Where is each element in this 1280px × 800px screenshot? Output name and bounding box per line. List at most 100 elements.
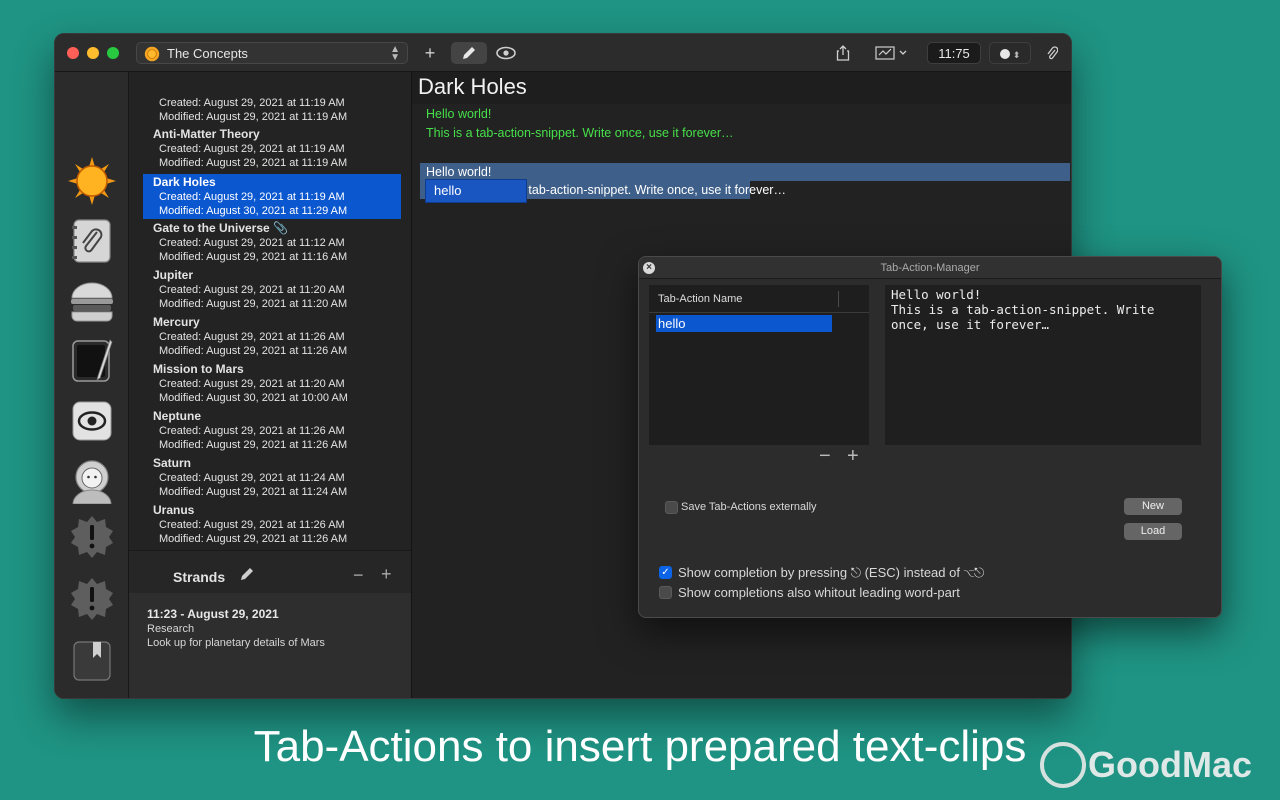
list-item-selected[interactable]: Dark Holes Created: August 29, 2021 at 1… (143, 174, 401, 219)
list-item[interactable]: Saturn Created: August 29, 2021 at 11:24… (143, 456, 401, 499)
table-row[interactable]: hello (656, 315, 832, 332)
list-item[interactable]: Created: August 29, 2021 at 11:19 AM Mod… (143, 96, 401, 124)
list-item[interactable]: Gate to the Universe 📎 Created: August 2… (143, 221, 401, 264)
add-button[interactable]: + (419, 42, 441, 64)
edit-mode-button[interactable] (451, 42, 487, 64)
edit-strand-button[interactable] (239, 566, 255, 586)
note-title: Gate to the Universe 📎 (153, 221, 288, 235)
attachment-button[interactable] (1039, 42, 1065, 64)
note-modified: Modified: August 29, 2021 at 11:26 AM (159, 439, 348, 451)
save-externally-checkbox[interactable] (665, 501, 678, 514)
sidebar-item-burger[interactable] (67, 276, 117, 326)
column-divider (838, 291, 839, 307)
sidebar-item-astronaut[interactable] (67, 456, 117, 506)
tab-action-list[interactable]: Tab-Action Name hello (649, 285, 869, 445)
column-header[interactable]: Tab-Action Name (649, 285, 869, 313)
sidebar-item-preview[interactable] (67, 396, 117, 446)
tab-action-manager-window: Tab-Action-Manager × Tab-Action Name hel… (638, 256, 1222, 618)
pencil-icon (241, 568, 253, 580)
sidebar-item-tablet[interactable] (67, 336, 117, 386)
page-title[interactable]: Dark Holes (418, 74, 527, 100)
note-modified: Modified: August 30, 2021 at 11:29 AM (159, 205, 348, 217)
time-display[interactable]: 11:75 (927, 42, 981, 64)
close-window-button[interactable] (67, 47, 79, 59)
show-completions-leading-checkbox[interactable] (659, 586, 672, 599)
tablet-pencil-icon (72, 339, 113, 382)
sun-icon (144, 46, 160, 62)
note-title: Dark Holes (153, 175, 216, 189)
document-select[interactable]: The Concepts ▲ ▼ (136, 42, 408, 64)
editor-line: Hello world! (426, 107, 492, 121)
record-icon (999, 49, 1010, 59)
alert-badge-icon (71, 516, 113, 558)
note-modified: Modified: August 30, 2021 at 10:00 AM (159, 392, 348, 404)
note-title: Neptune (153, 409, 201, 423)
note-created: Created: August 29, 2021 at 11:26 AM (159, 519, 345, 531)
note-title: Mission to Mars (153, 362, 244, 376)
load-button[interactable]: Load (1124, 523, 1182, 540)
signature-icon (875, 46, 907, 60)
note-created: Created: August 29, 2021 at 11:19 AM (159, 97, 345, 109)
zoom-window-button[interactable] (107, 47, 119, 59)
note-created: Created: August 29, 2021 at 11:24 AM (159, 472, 345, 484)
show-completions-leading-label: Show completions also whitout leading wo… (678, 585, 960, 600)
note-created: Created: August 29, 2021 at 11:19 AM (159, 191, 345, 203)
record-stepper[interactable]: ⬍ (989, 42, 1031, 64)
pencil-icon (463, 47, 475, 59)
preview-line: This is a tab-action-snippet. Write (891, 302, 1155, 317)
strand-entry-tag: Research (147, 623, 195, 635)
sidebar-item-notebook[interactable] (67, 216, 117, 266)
note-modified: Modified: August 29, 2021 at 11:19 AM (159, 111, 348, 123)
eye-badge-icon (72, 401, 112, 441)
show-completion-esc-checkbox[interactable]: ✓ (659, 566, 672, 579)
sun-icon (68, 157, 116, 205)
completion-popup[interactable]: hello (425, 179, 527, 203)
preview-mode-button[interactable] (493, 42, 519, 64)
sidebar-item-bookmark[interactable] (67, 636, 117, 686)
close-icon[interactable]: × (643, 262, 655, 274)
bookmark-book-icon (73, 641, 111, 681)
signature-menu-button[interactable] (871, 42, 913, 64)
window-title: Tab-Action-Manager (639, 257, 1221, 279)
snippet-preview[interactable]: Hello world! This is a tab-action-snippe… (885, 285, 1201, 445)
watermark-text: GoodMac (1088, 744, 1253, 785)
share-button[interactable] (831, 42, 855, 64)
note-modified: Modified: August 29, 2021 at 11:26 AM (159, 533, 348, 545)
note-title: Uranus (153, 503, 195, 517)
show-completion-esc-label: Show completion by pressing ⎋ (ESC) inst… (678, 565, 985, 580)
note-created: Created: August 29, 2021 at 11:20 AM (159, 284, 345, 296)
alert-badge-icon (71, 578, 113, 620)
column-header-label: Tab-Action Name (658, 293, 743, 305)
list-item[interactable]: Jupiter Created: August 29, 2021 at 11:2… (143, 268, 401, 311)
note-created: Created: August 29, 2021 at 11:12 AM (159, 237, 345, 249)
strand-entry-text: Look up for planetary details of Mars (147, 637, 325, 649)
note-modified: Modified: August 29, 2021 at 11:20 AM (159, 298, 348, 310)
sidebar-item-alert-1[interactable] (67, 512, 117, 562)
list-item[interactable]: Neptune Created: August 29, 2021 at 11:2… (143, 409, 401, 452)
list-item[interactable]: Mission to Mars Created: August 29, 2021… (143, 362, 401, 405)
editor-line: a tab-action-snippet. Write once, use it… (518, 183, 786, 197)
editor-line: Hello world! (426, 165, 492, 179)
strands-header: Strands − + (129, 551, 411, 593)
title-bar: The Concepts ▲ ▼ + 11:75 ⬍ (55, 34, 1071, 72)
remove-strand-button[interactable]: − (353, 565, 364, 586)
list-item[interactable]: Anti-Matter Theory Created: August 29, 2… (143, 127, 401, 170)
sidebar-item-alert-2[interactable] (67, 574, 117, 624)
add-strand-button[interactable]: + (381, 564, 392, 585)
astronaut-icon (72, 460, 112, 504)
add-tab-action-button[interactable]: + (847, 445, 859, 468)
strands-panel: Strands − + 11:23 - August 29, 2021 Rese… (129, 550, 411, 698)
editor-line: This is a tab-action-snippet. Write once… (426, 126, 734, 140)
sidebar-item-concepts[interactable] (67, 156, 117, 206)
list-item[interactable]: Uranus Created: August 29, 2021 at 11:26… (143, 503, 401, 546)
note-modified: Modified: August 29, 2021 at 11:24 AM (159, 486, 348, 498)
remove-tab-action-button[interactable]: − (819, 445, 831, 468)
chevron-updown-icon: ⬍ (1012, 50, 1021, 60)
watermark: GoodMac (1040, 742, 1270, 792)
minimize-window-button[interactable] (87, 47, 99, 59)
strand-entry-title[interactable]: 11:23 - August 29, 2021 (147, 607, 279, 621)
note-modified: Modified: August 29, 2021 at 11:26 AM (159, 345, 348, 357)
list-item[interactable]: Mercury Created: August 29, 2021 at 11:2… (143, 315, 401, 358)
chevron-updown-icon: ▲ ▼ (390, 44, 400, 63)
new-button[interactable]: New (1124, 498, 1182, 515)
